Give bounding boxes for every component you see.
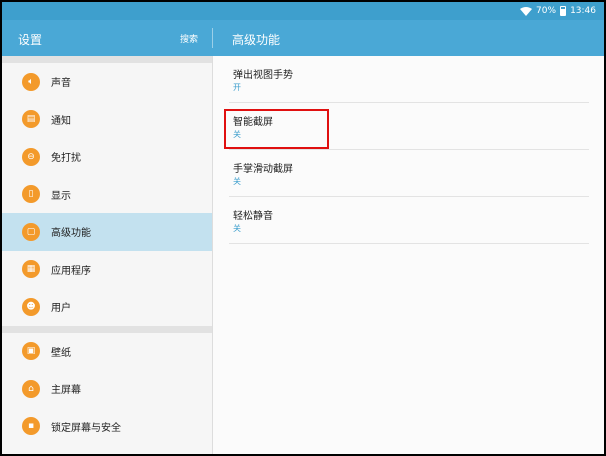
- header-divider: [212, 28, 213, 48]
- sidebar-item-label: 声音: [51, 78, 71, 90]
- do-not-disturb-icon: ⊖: [22, 147, 40, 166]
- sidebar-item-label: 免打扰: [51, 153, 81, 165]
- speaker-icon: 🔈︎: [22, 72, 40, 91]
- group-divider: [2, 56, 212, 63]
- setting-value: 关: [233, 224, 241, 233]
- battery-percent: 70%: [536, 6, 557, 16]
- setting-title: 弹出视图手势: [233, 70, 293, 81]
- sidebar-item-do-not-disturb[interactable]: ⊖ 免打扰: [2, 138, 212, 176]
- sidebar-item-lock-screen-security[interactable]: ▪ 锁定屏幕与安全: [2, 408, 212, 446]
- sidebar-item-label: 壁纸: [51, 347, 71, 359]
- sidebar-item-wallpaper[interactable]: ▣ 壁纸: [2, 333, 212, 371]
- advanced-features-icon: ▢: [22, 222, 40, 241]
- users-icon: ☻: [22, 297, 40, 316]
- sidebar-item-label: 通知: [51, 115, 71, 127]
- home-icon: ⌂: [22, 379, 40, 398]
- sidebar-item-label: 应用程序: [51, 265, 91, 277]
- search-button[interactable]: 搜索: [180, 32, 198, 45]
- settings-window: 70% 13:46 设置 搜索 高级功能 🔈︎ 声音 ▤ 通知 ⊖ 免打扰 ▯ …: [2, 2, 604, 454]
- notification-icon: ▤: [22, 110, 40, 129]
- group-divider: [2, 325, 212, 333]
- sidebar-item-label: 主屏幕: [51, 385, 81, 397]
- setting-value: 开: [233, 83, 241, 92]
- sidebar-item-label: 用户: [51, 303, 71, 315]
- header-bar: 设置 搜索 高级功能: [2, 20, 604, 56]
- sidebar-item-home-screen[interactable]: ⌂ 主屏幕: [2, 370, 212, 408]
- highlight-box: [224, 109, 329, 149]
- lock-icon: ▪: [22, 417, 40, 436]
- apps-grid-icon: ▦: [22, 260, 40, 279]
- clock: 13:46: [570, 6, 596, 16]
- wifi-icon: [520, 6, 533, 16]
- setting-easy-mute[interactable]: 轻松静音 关: [229, 197, 589, 244]
- sidebar-item-sound[interactable]: 🔈︎ 声音: [2, 63, 212, 101]
- sidebar-item-label: 高级功能: [51, 228, 91, 240]
- setting-popup-view-gesture[interactable]: 弹出视图手势 开: [229, 56, 589, 103]
- setting-palm-swipe-capture[interactable]: 手掌滑动截屏 关: [229, 150, 589, 197]
- wallpaper-icon: ▣: [22, 342, 40, 361]
- settings-title: 设置: [18, 33, 43, 47]
- sidebar-item-label: 锁定屏幕与安全: [51, 422, 121, 434]
- sidebar-item-apps[interactable]: ▦ 应用程序: [2, 251, 212, 289]
- battery-icon: [560, 6, 567, 16]
- setting-title: 轻松静音: [233, 211, 273, 222]
- sidebar-item-label: 显示: [51, 190, 71, 202]
- sidebar-item-notifications[interactable]: ▤ 通知: [2, 101, 212, 139]
- sidebar-item-users[interactable]: ☻ 用户: [2, 288, 212, 326]
- sidebar: 🔈︎ 声音 ▤ 通知 ⊖ 免打扰 ▯ 显示 ▢ 高级功能 ▦ 应用程序 ☻ 用户: [2, 56, 212, 454]
- page-title: 高级功能: [232, 33, 281, 47]
- status-bar: 70% 13:46: [2, 2, 604, 20]
- display-icon: ▯: [22, 185, 40, 204]
- setting-title: 手掌滑动截屏: [233, 164, 293, 175]
- sidebar-item-advanced-features[interactable]: ▢ 高级功能: [2, 213, 212, 251]
- sidebar-item-display[interactable]: ▯ 显示: [2, 176, 212, 214]
- setting-value: 关: [233, 177, 241, 186]
